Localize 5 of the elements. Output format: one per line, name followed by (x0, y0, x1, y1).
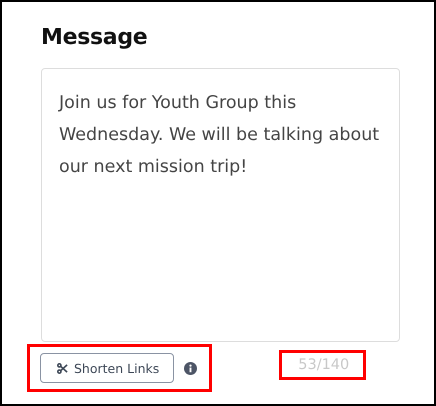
info-icon[interactable] (184, 362, 198, 374)
shorten-links-button[interactable]: Shorten Links (40, 353, 174, 383)
message-field[interactable]: Join us for Youth Group this Wednesday. We will be talking about our next mission trip! (41, 68, 400, 342)
scissors-icon (57, 362, 68, 374)
section-heading: Message (41, 24, 148, 52)
